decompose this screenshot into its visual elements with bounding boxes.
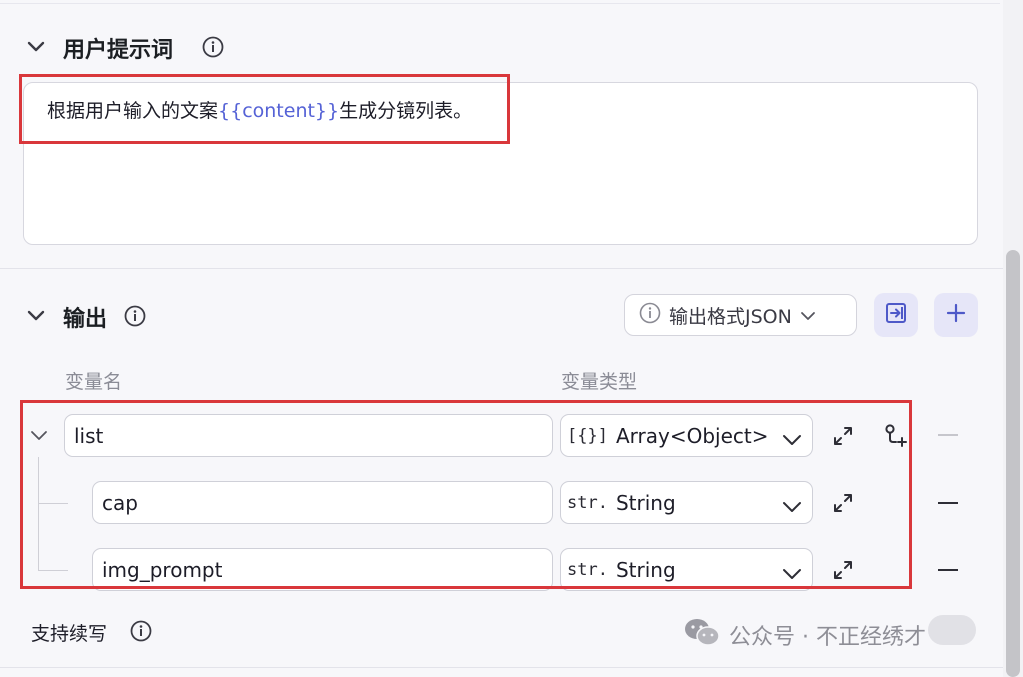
array-object-type-icon: [{}] bbox=[567, 425, 608, 446]
bottom-divider bbox=[0, 667, 1003, 668]
output-format-select[interactable]: 输出格式JSON bbox=[624, 294, 857, 336]
variable-type-select[interactable]: str. String bbox=[560, 481, 813, 524]
prompt-text-before: 根据用户输入的文案 bbox=[47, 100, 219, 122]
wechat-icon bbox=[683, 617, 721, 653]
variable-type-select[interactable]: [{}] Array<Object> bbox=[560, 414, 813, 457]
expand-icon[interactable] bbox=[830, 557, 856, 583]
chevron-down-icon bbox=[782, 561, 802, 585]
plus-icon bbox=[945, 302, 967, 328]
chevron-down-icon bbox=[800, 306, 816, 325]
string-type-icon: str. bbox=[567, 559, 608, 580]
column-header-type: 变量类型 bbox=[561, 371, 638, 393]
expand-row-chevron-icon[interactable] bbox=[30, 427, 48, 445]
user-prompt-info-icon[interactable] bbox=[202, 36, 224, 58]
expand-icon[interactable] bbox=[830, 490, 856, 516]
output-title: 输出 bbox=[63, 307, 108, 332]
remove-row-button[interactable] bbox=[938, 434, 958, 436]
chevron-down-icon bbox=[782, 427, 802, 451]
scrollbar-thumb[interactable] bbox=[1006, 250, 1020, 677]
user-prompt-title: 用户提示词 bbox=[63, 38, 174, 63]
top-divider bbox=[0, 3, 1000, 4]
prompt-text-after: 生成分镜列表。 bbox=[339, 100, 473, 122]
expand-icon[interactable] bbox=[830, 423, 856, 449]
column-header-name: 变量名 bbox=[65, 371, 123, 393]
variable-type-select[interactable]: str. String bbox=[560, 548, 813, 591]
import-button[interactable] bbox=[874, 293, 918, 337]
watermark: 公众号 · 不正经绣才 bbox=[683, 617, 926, 653]
format-info-icon bbox=[639, 302, 661, 328]
type-label: Array<Object> bbox=[615, 423, 769, 448]
watermark-text: 公众号 · 不正经绣才 bbox=[729, 625, 926, 650]
variable-name-input[interactable]: cap bbox=[92, 481, 553, 524]
continue-writing-label: 支持续写 bbox=[31, 623, 108, 645]
chevron-down-icon bbox=[782, 494, 802, 518]
collapse-output-chevron-icon[interactable] bbox=[27, 307, 45, 325]
variable-name-input[interactable]: img_prompt bbox=[92, 548, 553, 591]
remove-row-button[interactable] bbox=[938, 569, 958, 571]
continue-writing-info-icon[interactable] bbox=[130, 620, 152, 642]
add-child-icon[interactable] bbox=[883, 423, 909, 449]
variable-name-input[interactable]: list bbox=[64, 414, 553, 457]
remove-row-button[interactable] bbox=[938, 502, 958, 504]
section-divider bbox=[0, 268, 1003, 269]
type-label: String bbox=[615, 490, 676, 515]
string-type-icon: str. bbox=[567, 492, 608, 513]
continue-writing-toggle[interactable] bbox=[928, 615, 976, 645]
tree-connector bbox=[38, 570, 68, 571]
tree-connector bbox=[38, 503, 68, 504]
add-output-button[interactable] bbox=[934, 293, 978, 337]
output-format-label: 输出格式JSON bbox=[669, 305, 792, 328]
collapse-user-prompt-chevron-icon[interactable] bbox=[27, 38, 45, 56]
import-icon bbox=[884, 301, 908, 329]
output-info-icon[interactable] bbox=[124, 305, 146, 327]
user-prompt-text: 根据用户输入的文案{{content}}生成分镜列表。 bbox=[47, 96, 472, 123]
prompt-variable-content: {{content}} bbox=[218, 100, 340, 122]
tree-connector bbox=[38, 457, 39, 570]
type-label: String bbox=[615, 557, 676, 582]
